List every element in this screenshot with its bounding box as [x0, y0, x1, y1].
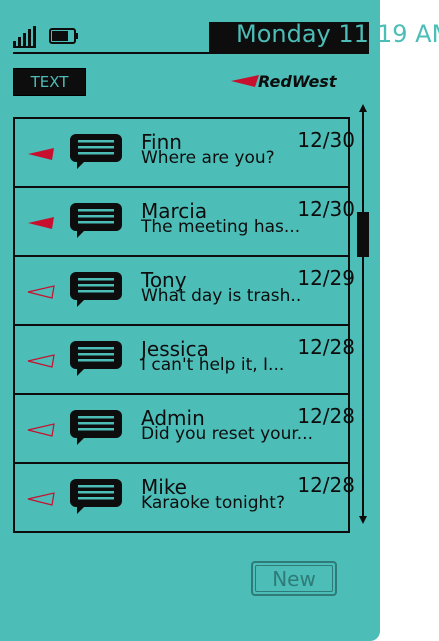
chat-bubble-icon — [70, 410, 122, 445]
message-row-mike[interactable]: Mike Karaoke tonight? 12/28 — [15, 464, 355, 533]
message-date: 12/29 — [297, 266, 355, 290]
scrollbar-thumb[interactable] — [357, 212, 369, 257]
message-preview: Did you reset your... — [141, 424, 313, 444]
message-date: 12/30 — [297, 197, 355, 221]
message-preview: Karaoke tonight? — [141, 493, 285, 513]
status-clock: Monday 11:19 AM — [236, 20, 439, 48]
read-flag-icon — [27, 285, 55, 299]
chat-bubble-icon — [70, 341, 122, 376]
message-date: 12/28 — [297, 335, 355, 359]
scrollbar-track[interactable] — [356, 104, 370, 524]
brand-logo: RedWest — [231, 70, 371, 94]
message-date: 12/28 — [297, 404, 355, 428]
unread-flag-icon — [28, 217, 54, 229]
text-button[interactable]: TEXT — [13, 68, 86, 96]
unread-flag-icon — [28, 148, 54, 160]
chat-bubble-icon — [70, 134, 122, 169]
message-date: 12/28 — [297, 473, 355, 497]
message-preview: I can't help it, I... — [141, 355, 285, 375]
message-date: 12/30 — [297, 128, 355, 152]
message-row-finn[interactable]: Finn Where are you? 12/30 — [15, 119, 355, 188]
read-flag-icon — [27, 423, 55, 437]
chat-bubble-icon — [70, 203, 122, 238]
message-row-tony[interactable]: Tony What day is trash.. 12/29 — [15, 257, 355, 326]
read-flag-icon — [27, 492, 55, 506]
read-flag-icon — [27, 354, 55, 368]
chat-bubble-icon — [70, 272, 122, 307]
chat-bubble-icon — [70, 479, 122, 514]
message-preview: The meeting has... — [141, 217, 301, 237]
logo-text: RedWest — [258, 72, 337, 91]
phone-screen: Monday 11:19 AM TEXT RedWest Finn Where … — [0, 0, 439, 641]
message-row-admin[interactable]: Admin Did you reset your... 12/28 — [15, 395, 355, 464]
signal-bars-icon — [13, 26, 36, 48]
logo-arrow-icon — [231, 75, 259, 87]
message-preview: What day is trash.. — [141, 286, 302, 306]
header-divider — [13, 52, 369, 54]
message-row-marcia[interactable]: Marcia The meeting has... 12/30 — [15, 188, 355, 257]
battery-icon — [49, 28, 78, 44]
message-list: Finn Where are you? 12/30 Marcia The mee… — [13, 117, 355, 533]
message-preview: Where are you? — [141, 148, 275, 168]
message-row-jessica[interactable]: Jessica I can't help it, I... 12/28 — [15, 326, 355, 395]
new-message-button[interactable]: New — [251, 561, 337, 596]
